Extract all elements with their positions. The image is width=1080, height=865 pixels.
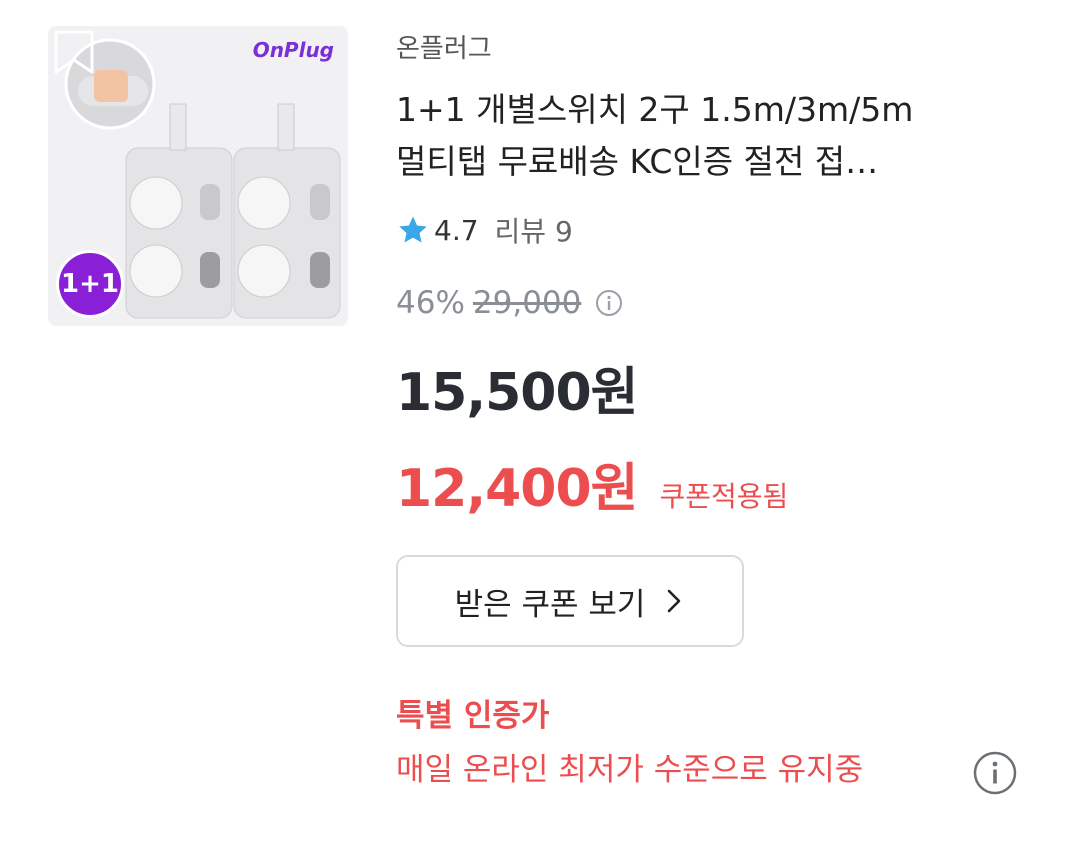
product-image[interactable]: OnPlug 1+1	[48, 26, 348, 326]
product-title-line: 1+1 개별스위치 2구 1.5m/3m/5m	[396, 90, 914, 129]
info-icon[interactable]	[595, 289, 623, 317]
original-price-row: 46% 29,000	[396, 278, 623, 328]
brand-logo: OnPlug	[252, 38, 334, 62]
rating-row[interactable]: 4.7 리뷰 9	[396, 208, 573, 252]
coupon-price-row: 12,400원 쿠폰적용됨	[396, 446, 788, 521]
bookmark-icon[interactable]	[48, 26, 100, 78]
view-coupons-button[interactable]: 받은 쿠폰 보기	[396, 555, 744, 647]
special-price-description: 매일 온라인 최저가 수준으로 유지중	[396, 752, 864, 788]
original-price: 29,000	[472, 285, 582, 321]
brand-name[interactable]: 온플러그	[396, 28, 492, 65]
sale-price: 15,500원	[396, 363, 639, 423]
coupon-applied-label: 쿠폰적용됨	[659, 480, 789, 513]
discount-percent: 46%	[396, 285, 465, 321]
star-icon	[399, 216, 427, 243]
view-coupons-label: 받은 쿠폰 보기	[454, 586, 646, 623]
rating-score: 4.7	[434, 213, 479, 247]
coupon-price: 12,400원	[396, 459, 639, 519]
chevron-right-icon	[668, 589, 681, 613]
special-price-title: 특별 인증가	[396, 698, 550, 734]
one-plus-one-badge: 1+1	[56, 250, 124, 318]
review-count: 리뷰 9	[494, 215, 573, 248]
info-icon[interactable]	[972, 750, 1018, 796]
product-title-line: 멀티탭 무료배송 KC인증 절전 접…	[396, 142, 879, 181]
product-title[interactable]: 1+1 개별스위치 2구 1.5m/3m/5m 멀티탭 무료배송 KC인증 절전…	[396, 84, 1021, 188]
